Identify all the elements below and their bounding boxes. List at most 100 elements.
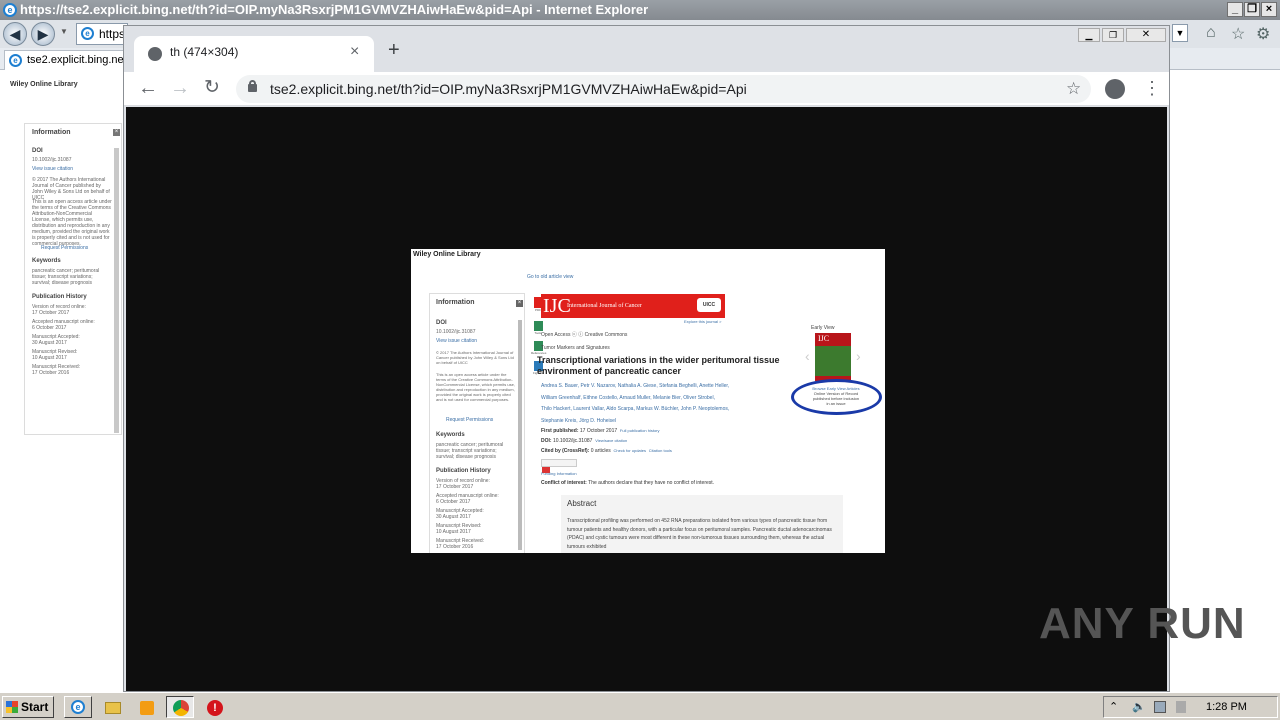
tray-expand-icon[interactable]: ⌃ <box>1109 697 1118 717</box>
img-check-updates-link[interactable]: Check for updates <box>614 448 646 453</box>
img-wiley-logo: Wiley Online Library <box>413 251 481 258</box>
back-arrow-icon[interactable]: ← <box>138 76 158 100</box>
favorites-icon[interactable]: ☆ <box>1231 24 1245 44</box>
ie-tab-label: tse2.explicit.bing.net <box>27 54 127 66</box>
img-info-heading: Information <box>436 299 475 306</box>
history-entry-date: 17 October 2017 <box>32 310 70 316</box>
history-entry: Manuscript Accepted: 30 August 2017 <box>436 508 516 520</box>
start-button[interactable]: Start <box>2 696 54 718</box>
wiley-logo: Wiley Online Library <box>10 81 78 88</box>
new-tab-icon[interactable]: + <box>388 38 400 62</box>
img-first-published: First published: 17 October 2017 Full pu… <box>541 428 660 434</box>
ie-page-icon: e <box>81 27 94 40</box>
ie-address-text: https <box>99 27 126 41</box>
history-entry-date: 6 October 2017 <box>32 325 67 331</box>
ie-request-permissions-link[interactable]: Request Permissions <box>41 245 88 251</box>
back-icon[interactable]: ◀ <box>3 22 27 46</box>
bookmark-star-icon[interactable]: ☆ <box>1066 75 1081 103</box>
ie-doi-value: 10.1002/ijc.31087 <box>32 157 72 163</box>
history-entry-date: 30 August 2017 <box>436 514 471 520</box>
chrome-minimize-button[interactable]: ▁ <box>1078 28 1100 42</box>
ie-info-close-icon[interactable]: × <box>113 129 120 136</box>
img-open-access: Open Access <box>541 332 571 338</box>
ie-title-bar: e https://tse2.explicit.bing.net/th?id=O… <box>0 0 1280 20</box>
chrome-menu-icon[interactable]: ⋮ <box>1143 75 1161 101</box>
taskbar-ie-button[interactable]: e <box>64 696 92 718</box>
ie-restore-button[interactable]: ❐ <box>1244 2 1260 17</box>
ie-history-list: Version of record online: 17 October 2017… <box>32 304 112 379</box>
history-entry-date: 6 October 2017 <box>436 499 471 505</box>
omnibox[interactable]: tse2.explicit.bing.net/th?id=OIP.myNa3Rs… <box>236 75 1091 103</box>
reload-icon[interactable]: ↻ <box>204 76 220 100</box>
img-authors-line1[interactable]: Andrea S. Bauer, Petr V. Nazarov, Nathal… <box>541 381 791 393</box>
img-authors-line2[interactable]: William Greenhalf, Eithne Costello, Arna… <box>541 393 791 405</box>
taskbar-ie-icon: e <box>71 700 85 714</box>
img-info-close-icon[interactable]: × <box>516 300 523 307</box>
network-icon[interactable] <box>1154 701 1166 713</box>
taskbar-chrome-button[interactable] <box>166 696 194 718</box>
img-cover-prev-icon[interactable]: ‹ <box>805 348 810 364</box>
img-info-history-heading: Publication History <box>436 468 491 474</box>
taskbar-media-button[interactable] <box>132 696 160 718</box>
history-dropdown-icon[interactable]: ▼ <box>60 27 68 36</box>
img-conflict-text: The authors declare that they have no co… <box>588 480 715 486</box>
history-entry: Accepted manuscript online: 6 October 201… <box>32 319 112 331</box>
ie-minimize-button[interactable]: _ <box>1227 2 1243 17</box>
img-explore-link[interactable]: Explore this journal > <box>684 319 721 324</box>
forward-icon[interactable]: ▶ <box>31 22 55 46</box>
taskbar-security-button[interactable]: ! <box>200 696 228 718</box>
settings-gear-icon[interactable]: ⚙ <box>1256 24 1270 44</box>
img-abstract-box: Abstract Transcriptional profiling was p… <box>561 495 843 553</box>
ie-license: This is an open access article under the… <box>32 199 112 247</box>
img-cited-line: Cited by (CrossRef): 0 articles Check fo… <box>541 448 672 454</box>
displayed-image[interactable]: Wiley Online Library Go to old article v… <box>411 249 885 553</box>
img-info-scrollbar[interactable] <box>518 320 522 550</box>
img-authors-line3[interactable]: Thilo Hackert, Laurent Vallar, Aldo Scar… <box>541 404 791 416</box>
img-journal-cover[interactable]: IJC <box>815 333 851 381</box>
img-cover-next-icon[interactable]: › <box>856 348 861 364</box>
stop-icon: ! <box>207 700 223 716</box>
chrome-restore-button[interactable]: ❐ <box>1102 28 1124 42</box>
ie-address-bar[interactable]: e https <box>76 23 128 45</box>
ie-info-panel: Information × DOI 10.1002/ijc.31087 View… <box>24 123 122 435</box>
chrome-close-button[interactable]: ✕ <box>1126 28 1166 42</box>
ie-view-citation-link[interactable]: View issue citation <box>32 166 73 172</box>
forward-arrow-icon[interactable]: → <box>170 76 190 100</box>
img-doi-label: DOI: <box>541 438 552 444</box>
img-info-request[interactable]: Request Permissions <box>446 417 493 423</box>
img-abstract-heading: Abstract <box>567 499 597 508</box>
img-citation-tools-link[interactable]: Citation tools <box>649 448 672 453</box>
chrome-tab-strip: th (474×304) × + ▁ ❐ ✕ <box>124 26 1169 72</box>
img-info-history-list: Version of record online: 17 October 2017… <box>436 478 516 553</box>
img-info-license: This is an open access article under the… <box>436 372 515 402</box>
img-info-citation[interactable]: View issue citation <box>436 338 477 344</box>
volume-icon[interactable]: 🔈 <box>1132 697 1146 717</box>
image-viewer: Wiley Online Library Go to old article v… <box>126 107 1245 691</box>
chrome-tab[interactable]: th (474×304) × <box>134 36 374 72</box>
img-authors[interactable]: Andrea S. Bauer, Petr V. Nazarov, Nathal… <box>541 381 791 427</box>
home-icon[interactable]: ⌂ <box>1206 24 1216 42</box>
img-oa-line: Open Access ⓒ ⓘ Creative Commons <box>541 332 628 338</box>
img-info-doi-label: DOI <box>436 320 447 326</box>
notification-flag-icon[interactable] <box>1176 701 1186 713</box>
img-info-keywords: pancreatic cancer; peritumoral tissue; t… <box>436 442 504 460</box>
taskbar-explorer-button[interactable] <box>98 696 126 718</box>
ie-tab[interactable]: e tse2.explicit.bing.net <box>4 50 128 70</box>
ie-info-heading: Information <box>32 129 71 136</box>
img-uicc-logo: UICC <box>697 298 721 312</box>
tray-clock[interactable]: 1:28 PM <box>1206 697 1247 717</box>
img-article-title: Transcriptional variations in the wider … <box>537 355 807 377</box>
img-authors-line4[interactable]: Stephanie Kreis, Jörg D. Hoheisel <box>541 416 791 428</box>
ie-info-scrollbar[interactable] <box>114 148 119 433</box>
address-dropdown-icon[interactable]: ▼ <box>1172 24 1188 42</box>
ie-close-button[interactable]: × <box>1261 2 1277 17</box>
img-altmetric-badge[interactable] <box>541 459 577 473</box>
profile-avatar-icon[interactable] <box>1105 79 1125 99</box>
history-entry-date: 30 August 2017 <box>32 340 67 346</box>
img-full-history-link[interactable]: Full publication history <box>620 428 660 433</box>
img-title-line1: Transcriptional variations in the wider … <box>537 355 780 365</box>
img-view-citation-link[interactable]: View/save citation <box>595 438 627 443</box>
img-funding-link[interactable]: Funding Information <box>541 471 577 476</box>
tab-close-icon[interactable]: × <box>350 36 359 68</box>
img-old-view-link[interactable]: Go to old article view <box>527 274 573 280</box>
